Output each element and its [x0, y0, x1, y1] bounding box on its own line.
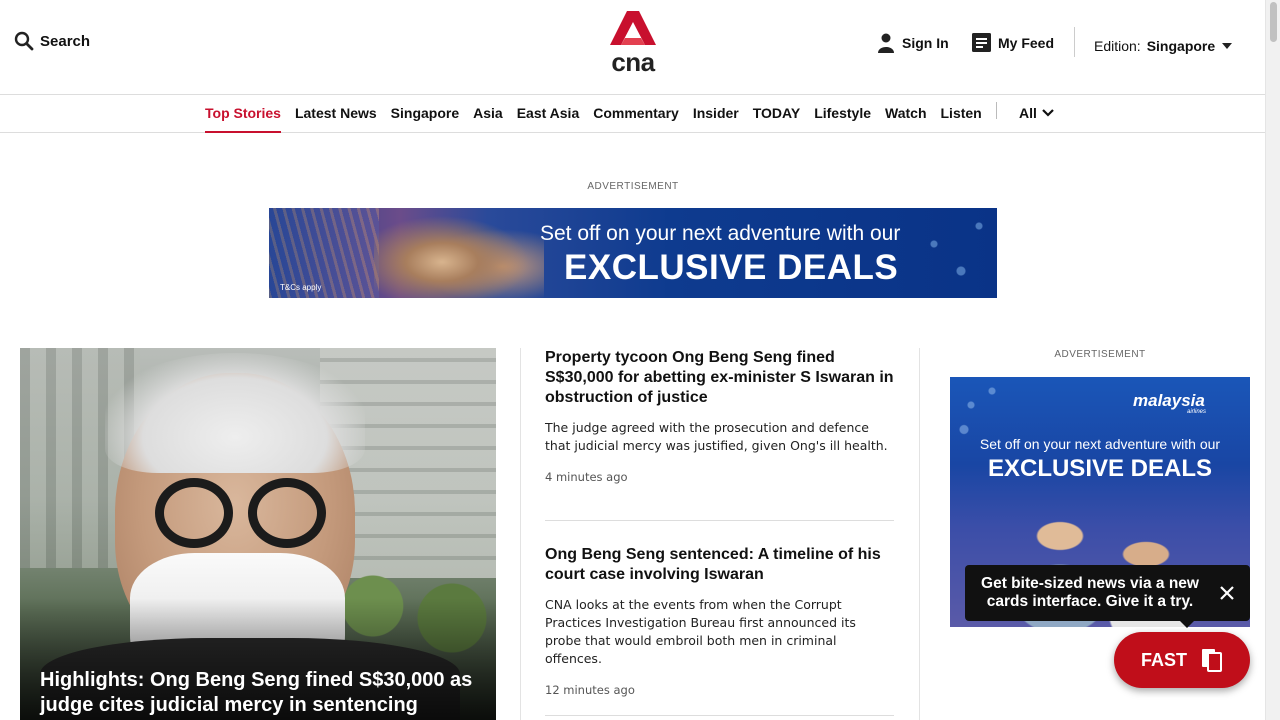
nav-item-lifestyle[interactable]: Lifestyle — [814, 95, 871, 133]
article-divider — [545, 715, 894, 716]
user-icon — [878, 33, 894, 53]
hero-story[interactable]: Highlights: Ong Beng Seng fined S$30,000… — [20, 348, 496, 720]
site-header: Search cna Sign In My Feed Edition: Sing… — [0, 0, 1265, 95]
advertisement-label: ADVERTISEMENT — [587, 181, 679, 192]
nav-item-top-stories[interactable]: Top Stories — [205, 95, 281, 133]
article-summary: CNA looks at the events from when the Co… — [545, 597, 856, 666]
banner-ad-deals: EXCLUSIVE DEALS — [564, 248, 899, 287]
nav-divider — [996, 102, 997, 119]
nav-item-insider[interactable]: Insider — [693, 95, 739, 133]
nav-item-today[interactable]: TODAY — [753, 95, 800, 133]
fast-tooltip: Get bite-sized news via a new cards inte… — [965, 565, 1250, 628]
sign-in-label: Sign In — [902, 35, 949, 51]
logo-text: cna — [611, 47, 655, 77]
nav-item-commentary[interactable]: Commentary — [593, 95, 679, 133]
hero-glasses-left — [155, 478, 233, 548]
hero-hair — [105, 353, 365, 473]
article-divider — [545, 520, 894, 521]
nav-item-asia[interactable]: Asia — [473, 95, 503, 133]
cna-logo[interactable]: cna — [608, 11, 658, 77]
edition-value: Singapore — [1146, 38, 1216, 54]
list-item[interactable]: Property tycoon Ong Beng Seng fined S$30… — [545, 348, 894, 484]
my-feed-label: My Feed — [998, 34, 1055, 51]
sign-in-button[interactable]: Sign In — [877, 33, 949, 53]
edition-selector[interactable]: Edition: Singapore — [1094, 38, 1233, 54]
caret-down-icon — [1222, 43, 1233, 49]
nav-items: Top Stories Latest News Singapore Asia E… — [205, 95, 996, 133]
nav-all-dropdown[interactable]: All — [1019, 105, 1054, 121]
airline-logo-sub: airlines — [1187, 409, 1207, 415]
nav-item-listen[interactable]: Listen — [941, 95, 982, 133]
nav-item-east-asia[interactable]: East Asia — [517, 95, 580, 133]
nav-all-label: All — [1019, 105, 1037, 121]
banner-ad-terms: T&Cs apply — [280, 283, 322, 292]
banner-ad[interactable]: Set off on your next adventure with our … — [269, 208, 997, 298]
airline-logo: malaysia — [1133, 391, 1205, 410]
article-timestamp: 4 minutes ago — [545, 470, 628, 484]
nav-item-watch[interactable]: Watch — [885, 95, 926, 133]
chevron-down-icon — [1042, 109, 1054, 117]
banner-ad-image — [374, 208, 544, 298]
scrollbar-thumb[interactable] — [1270, 2, 1277, 42]
close-icon[interactable] — [1218, 584, 1236, 602]
cna-logo-mark — [610, 11, 656, 45]
main-nav: Top Stories Latest News Singapore Asia E… — [0, 95, 1265, 133]
banner-ad-decoration — [907, 208, 997, 298]
header-divider — [1074, 27, 1075, 57]
edition-label: Edition: — [1094, 38, 1141, 54]
search-button[interactable]: Search — [14, 31, 90, 51]
cards-icon — [1202, 649, 1222, 672]
banner-ad-headline: Set off on your next adventure with our — [540, 222, 901, 245]
article-summary: The judge agreed with the prosecution an… — [545, 420, 888, 453]
hero-glasses-right — [248, 478, 326, 548]
tooltip-text: Get bite-sized news via a new cards inte… — [981, 575, 1199, 610]
fast-button[interactable]: FAST — [1114, 632, 1250, 688]
advertisement-label: ADVERTISEMENT — [1054, 349, 1146, 360]
nav-item-singapore[interactable]: Singapore — [391, 95, 459, 133]
article-title[interactable]: Ong Beng Seng sentenced: A timeline of h… — [545, 545, 894, 585]
page-scrollbar[interactable] — [1265, 0, 1280, 720]
side-ad-headline: Set off on your next adventure with our — [979, 436, 1221, 452]
search-label: Search — [40, 32, 91, 50]
side-ad-deals: EXCLUSIVE DEALS — [987, 455, 1213, 482]
nav-item-latest-news[interactable]: Latest News — [295, 95, 377, 133]
column-divider — [520, 348, 521, 720]
feed-icon — [972, 33, 991, 52]
article-title[interactable]: Property tycoon Ong Beng Seng fined S$30… — [545, 348, 894, 408]
search-icon — [14, 31, 34, 51]
my-feed-button[interactable]: My Feed — [972, 33, 1054, 52]
hero-title[interactable]: Highlights: Ong Beng Seng fined S$30,000… — [40, 668, 480, 718]
list-item[interactable]: Ong Beng Seng sentenced: A timeline of h… — [545, 545, 894, 697]
article-timestamp: 12 minutes ago — [545, 683, 635, 697]
column-divider — [919, 348, 920, 720]
fast-label: FAST — [1140, 649, 1187, 670]
